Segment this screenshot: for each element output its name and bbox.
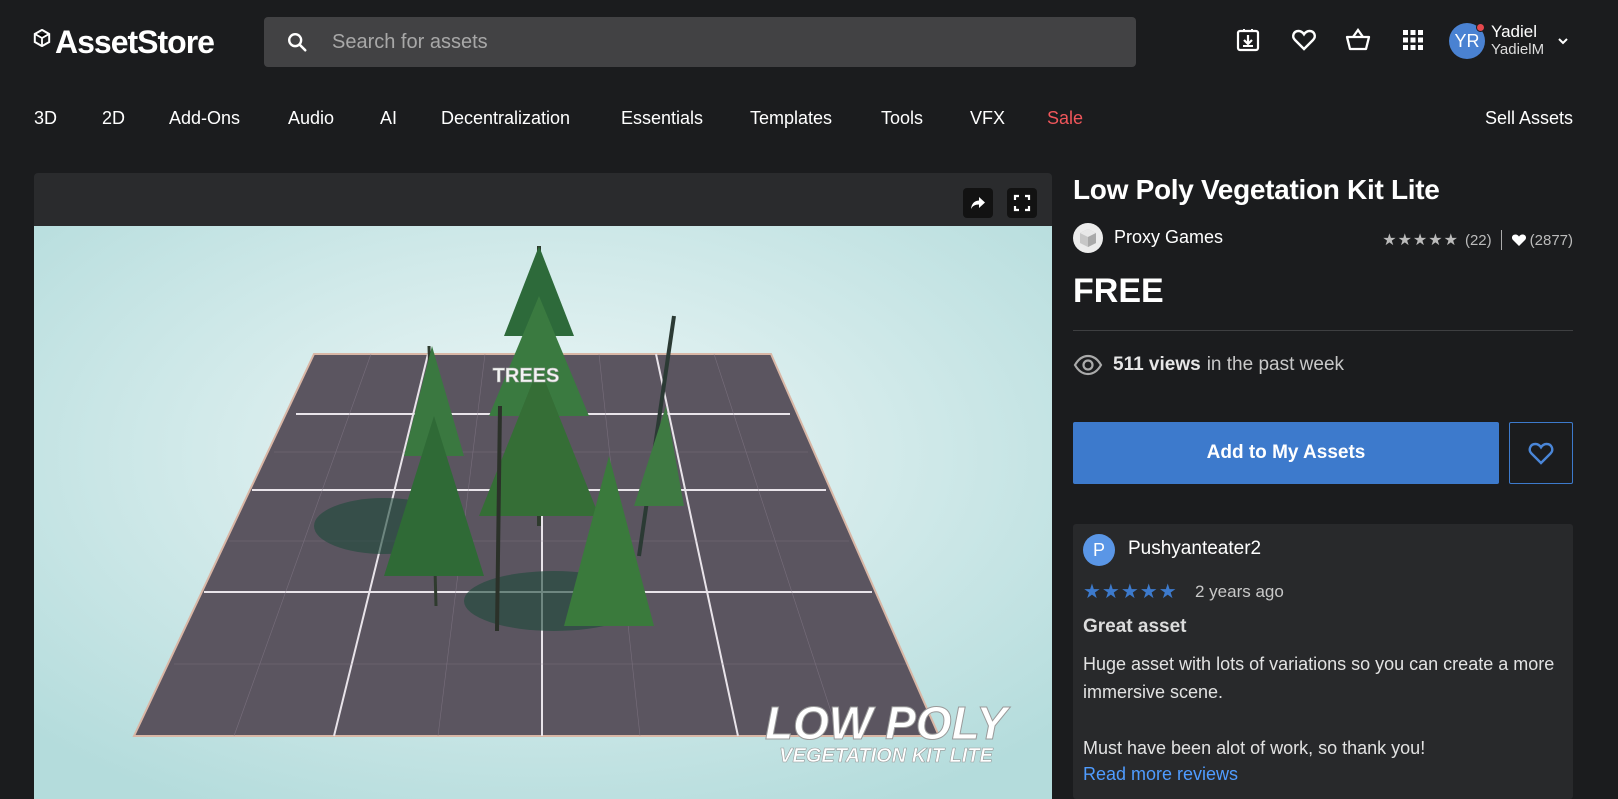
unity-cube-icon	[33, 29, 51, 47]
publisher-name[interactable]: Proxy Games	[1114, 227, 1223, 248]
avatar[interactable]: YR	[1449, 23, 1485, 59]
publisher-avatar[interactable]	[1073, 223, 1103, 253]
avatar-initials: YR	[1454, 30, 1480, 51]
views-stat: 511 views in the past week	[1073, 354, 1344, 376]
views-suffix: in the past week	[1206, 354, 1345, 375]
add-to-my-assets-button[interactable]: Add to My Assets	[1073, 422, 1499, 484]
heart-outline-icon	[1528, 442, 1554, 465]
notification-dot	[1476, 23, 1485, 32]
overlay-subtitle: VEGETATION KIT LITE	[779, 745, 993, 767]
reviewer-avatar: P	[1083, 534, 1115, 566]
sell-assets-link[interactable]: Sell Assets	[1485, 108, 1573, 129]
read-more-reviews-link[interactable]: Read more reviews	[1083, 764, 1238, 785]
rating-count: (22)	[1464, 231, 1492, 249]
user-names: Yadiel YadielM	[1491, 23, 1544, 59]
logo-text: AssetStore	[55, 23, 215, 60]
nav-item-decentralization[interactable]: Decentralization	[441, 108, 570, 129]
review-body: Huge asset with lots of variations so yo…	[1083, 654, 1555, 702]
product-image[interactable]: TREES LOW POLY VEGETATION KIT LITE	[34, 226, 1052, 799]
product-title: Low Poly Vegetation Kit Lite	[1073, 174, 1440, 205]
nav-item-2d[interactable]: 2D	[102, 108, 125, 129]
download-icon[interactable]	[1234, 26, 1262, 54]
overlay-title: LOW POLY	[765, 697, 1011, 749]
search-bar[interactable]	[264, 17, 1136, 67]
review-card: P Pushyanteater2 ★★★★★ 2 years ago Great…	[1073, 524, 1573, 799]
top-bar: AssetStore YR Yadiel YadielM	[0, 0, 1618, 84]
nav-item-essentials[interactable]: Essentials	[621, 108, 703, 129]
heart-icon[interactable]	[1290, 26, 1318, 54]
fullscreen-icon	[1013, 194, 1031, 212]
category-nav: 3D 2D Add-Ons Audio AI Decentralization …	[0, 100, 1618, 138]
fullscreen-button[interactable]	[1007, 188, 1037, 218]
search-input[interactable]	[332, 30, 1092, 54]
review-date: 2 years ago	[1195, 582, 1284, 601]
nav-item-sale[interactable]: Sale	[1047, 108, 1083, 129]
chevron-down-icon[interactable]	[1556, 34, 1570, 48]
user-username: YadielM	[1491, 41, 1545, 58]
user-display-name: Yadiel	[1491, 22, 1537, 41]
favorite-button[interactable]	[1509, 422, 1573, 484]
scene-label: TREES	[493, 365, 560, 387]
favorites-count: (2877)	[1529, 231, 1573, 249]
user-menu[interactable]: YR Yadiel YadielM	[1449, 23, 1570, 59]
review-title: Great asset	[1083, 616, 1187, 637]
review-body-2: Must have been alot of work, so thank yo…	[1083, 738, 1426, 758]
basket-icon[interactable]	[1344, 26, 1372, 54]
rating-divider	[1500, 230, 1502, 250]
publisher-cube-icon	[1080, 229, 1096, 247]
reviewer-name[interactable]: Pushyanteater2	[1128, 538, 1261, 560]
heart-filled-icon	[1511, 234, 1526, 246]
share-button[interactable]	[963, 188, 993, 218]
nav-item-add-ons[interactable]: Add-Ons	[169, 108, 240, 129]
nav-item-ai[interactable]: AI	[380, 108, 397, 129]
nav-item-tools[interactable]: Tools	[881, 108, 923, 129]
product-panel: Low Poly Vegetation Kit Lite Proxy Games…	[1073, 168, 1573, 799]
price: FREE	[1073, 272, 1164, 310]
divider	[1073, 330, 1573, 331]
eye-icon	[1073, 354, 1103, 376]
nav-item-templates[interactable]: Templates	[750, 108, 832, 129]
share-icon	[971, 197, 985, 209]
apps-grid-icon[interactable]	[1399, 26, 1427, 54]
publisher-row: Proxy Games ★★★★★ (22) (2877)	[1073, 222, 1573, 254]
search-icon	[288, 33, 307, 52]
nav-item-vfx[interactable]: VFX	[970, 108, 1005, 129]
review-stars: ★★★★★	[1083, 581, 1178, 603]
nav-item-3d[interactable]: 3D	[34, 108, 57, 129]
rating-summary[interactable]: ★★★★★ (22) (2877)	[1382, 230, 1573, 250]
rating-stars: ★★★★★	[1382, 232, 1459, 249]
media-gallery: TREES LOW POLY VEGETATION KIT LITE	[34, 173, 1052, 799]
nav-item-audio[interactable]: Audio	[288, 108, 334, 129]
asset-store-logo[interactable]: AssetStore	[33, 22, 215, 62]
views-count: 511 views	[1113, 354, 1201, 375]
